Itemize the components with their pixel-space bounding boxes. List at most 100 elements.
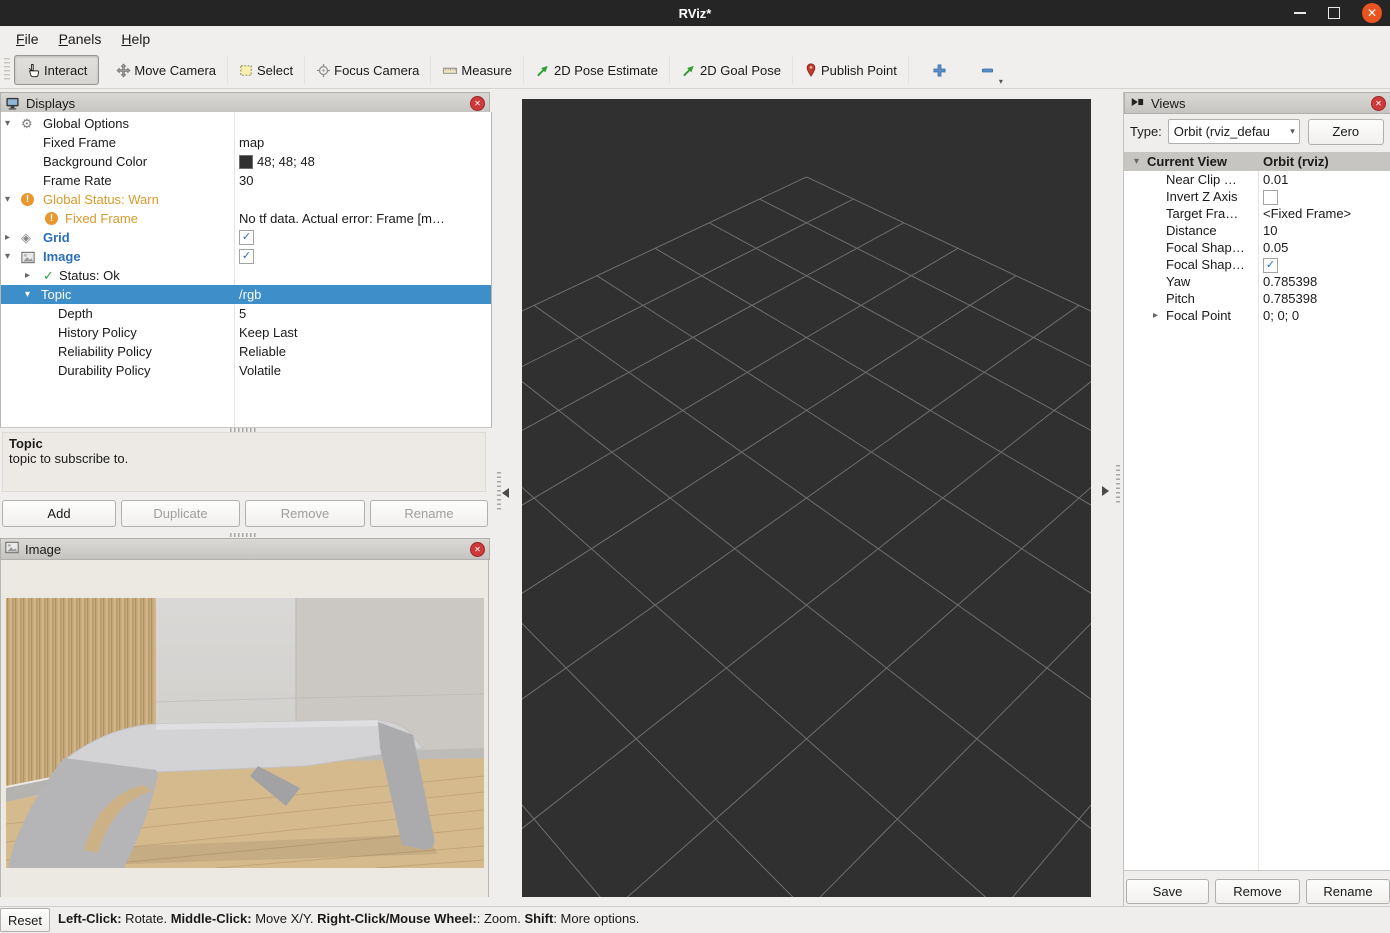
remove-view-button[interactable]: Remove	[1215, 879, 1300, 904]
tree-row-global-status[interactable]: ▾ ! Global Status: Warn	[1, 190, 491, 209]
minimize-icon[interactable]	[1294, 12, 1306, 14]
expand-right-icon[interactable]: ▸	[1153, 307, 1158, 324]
tree-row-current-view[interactable]: ▾ Current View Orbit (rviz)	[1124, 152, 1390, 171]
tree-row-near-clip[interactable]: Near Clip … 0.01	[1124, 171, 1390, 188]
views-panel-header[interactable]: Views ✕	[1124, 92, 1390, 114]
tree-row-reliability-policy[interactable]: Reliability Policy Reliable	[1, 342, 491, 361]
toolbar-grip-handle[interactable]	[4, 58, 10, 82]
mouse-help-text: Left-Click: Rotate. Middle-Click: Move X…	[58, 911, 639, 926]
tool-focus-camera[interactable]: Focus Camera	[305, 56, 431, 84]
tool-interact[interactable]: Interact	[14, 55, 99, 85]
menu-help[interactable]: Help	[113, 29, 158, 49]
tool-2d-pose-estimate[interactable]: 2D Pose Estimate	[524, 56, 670, 84]
focal-shape-checkbox[interactable]: ✓	[1263, 258, 1278, 273]
row-value[interactable]: 48; 48; 48	[257, 152, 315, 171]
menu-panels[interactable]: Panels	[51, 29, 110, 49]
row-value[interactable]: 0; 0; 0	[1263, 307, 1299, 324]
add-button[interactable]: Add	[2, 500, 116, 527]
invert-z-checkbox[interactable]	[1263, 190, 1278, 205]
menu-file[interactable]: File	[8, 29, 47, 49]
row-value[interactable]: 5	[239, 304, 246, 323]
tree-row-focal-point[interactable]: ▸ Focal Point 0; 0; 0	[1124, 307, 1390, 324]
row-value[interactable]: 0.05	[1263, 239, 1288, 256]
tree-row-focal-shape-size[interactable]: Focal Shap… 0.05	[1124, 239, 1390, 256]
tree-row-fixed-frame-warn[interactable]: ! Fixed Frame No tf data. Actual error: …	[1, 209, 491, 228]
view-type-dropdown[interactable]: Orbit (rviz_defau ▾	[1168, 119, 1300, 144]
row-value[interactable]: 0.785398	[1263, 273, 1317, 290]
close-views-icon[interactable]: ✕	[1371, 96, 1386, 111]
displays-panel-header[interactable]: Displays ✕	[0, 92, 490, 114]
row-label: Depth	[58, 304, 93, 323]
row-value[interactable]: 30	[239, 171, 253, 190]
image-checkbox[interactable]: ✓	[239, 249, 254, 264]
maximize-icon[interactable]	[1328, 7, 1340, 19]
row-value[interactable]: 0.785398	[1263, 290, 1317, 307]
grid-checkbox[interactable]: ✓	[239, 230, 254, 245]
expand-down-icon[interactable]: ▾	[5, 114, 10, 133]
row-value[interactable]: Volatile	[239, 361, 281, 380]
close-image-icon[interactable]: ✕	[470, 542, 485, 557]
duplicate-button[interactable]: Duplicate	[121, 500, 240, 527]
tree-row-durability-policy[interactable]: Durability Policy Volatile	[1, 361, 491, 380]
row-label: Near Clip …	[1166, 171, 1237, 188]
splitter-grip[interactable]	[497, 472, 501, 512]
splitter-grip[interactable]	[1116, 465, 1120, 505]
rename-view-button[interactable]: Rename	[1306, 879, 1390, 904]
close-displays-icon[interactable]: ✕	[470, 96, 485, 111]
row-value[interactable]: Keep Last	[239, 323, 298, 342]
row-value[interactable]: 0.01	[1263, 171, 1288, 188]
tree-row-status-ok[interactable]: ▸ ✓ Status: Ok	[1, 266, 491, 285]
tool-publish-point[interactable]: Publish Point	[793, 56, 909, 84]
row-value[interactable]: <Fixed Frame>	[1263, 205, 1351, 222]
tree-row-yaw[interactable]: Yaw 0.785398	[1124, 273, 1390, 290]
close-window-icon[interactable]: ✕	[1362, 3, 1382, 23]
reset-button[interactable]: Reset	[0, 908, 50, 932]
row-value[interactable]: 10	[1263, 222, 1277, 239]
tool-move-camera[interactable]: Move Camera	[105, 56, 228, 84]
expand-right-icon[interactable]: ▸	[5, 228, 10, 247]
tree-row-distance[interactable]: Distance 10	[1124, 222, 1390, 239]
row-label: Current View	[1147, 152, 1227, 171]
row-value[interactable]: Reliable	[239, 342, 286, 361]
tree-row-frame-rate[interactable]: Frame Rate 30	[1, 171, 491, 190]
panel-title: Image	[25, 542, 61, 557]
tree-row-pitch[interactable]: Pitch 0.785398	[1124, 290, 1390, 307]
zero-button[interactable]: Zero	[1308, 119, 1384, 145]
row-value[interactable]: map	[239, 133, 264, 152]
splitter-handle[interactable]	[230, 533, 256, 537]
color-swatch	[239, 155, 253, 169]
row-value[interactable]: /rgb	[239, 285, 261, 304]
tree-row-topic[interactable]: ▾ Topic /rgb	[1, 285, 491, 304]
tree-row-fixed-frame[interactable]: Fixed Frame map	[1, 133, 491, 152]
collapse-left-arrow[interactable]	[502, 488, 509, 498]
expand-right-icon[interactable]: ▸	[25, 266, 30, 285]
image-panel: Image ✕	[0, 538, 490, 897]
tree-row-image[interactable]: ▾ Image ✓	[1, 247, 491, 266]
tree-row-background-color[interactable]: Background Color 48; 48; 48	[1, 152, 491, 171]
tree-row-depth[interactable]: Depth 5	[1, 304, 491, 323]
tree-row-grid[interactable]: ▸ ◈ Grid ✓	[1, 228, 491, 247]
row-label: Target Fra…	[1166, 205, 1238, 222]
tool-2d-goal-pose[interactable]: 2D Goal Pose	[670, 56, 793, 84]
remove-button[interactable]: Remove	[245, 500, 365, 527]
help-title: Topic	[9, 436, 479, 451]
expand-down-icon[interactable]: ▾	[5, 247, 10, 266]
tree-row-history-policy[interactable]: History Policy Keep Last	[1, 323, 491, 342]
rename-button[interactable]: Rename	[370, 500, 488, 527]
3d-viewport[interactable]	[522, 99, 1091, 897]
tool-measure[interactable]: Measure	[431, 56, 524, 84]
remove-tool-button[interactable]: ▾	[971, 56, 1005, 84]
tree-row-focal-shape-fixed[interactable]: Focal Shap… ✓	[1124, 256, 1390, 273]
add-tool-button[interactable]	[923, 56, 957, 84]
tree-row-target-frame[interactable]: Target Fra… <Fixed Frame>	[1124, 205, 1390, 222]
save-view-button[interactable]: Save	[1126, 879, 1209, 904]
expand-down-icon[interactable]: ▾	[1134, 152, 1139, 171]
tree-row-global-options[interactable]: ▾ ⚙ Global Options	[1, 114, 491, 133]
expand-down-icon[interactable]: ▾	[5, 190, 10, 209]
image-panel-header[interactable]: Image ✕	[0, 538, 490, 560]
tree-row-invert-z-axis[interactable]: Invert Z Axis	[1124, 188, 1390, 205]
collapse-right-arrow[interactable]	[1102, 486, 1109, 496]
tool-select[interactable]: Select	[228, 56, 305, 84]
expand-down-icon[interactable]: ▾	[25, 285, 30, 304]
dropdown-arrow-icon: ▾	[999, 77, 1003, 86]
